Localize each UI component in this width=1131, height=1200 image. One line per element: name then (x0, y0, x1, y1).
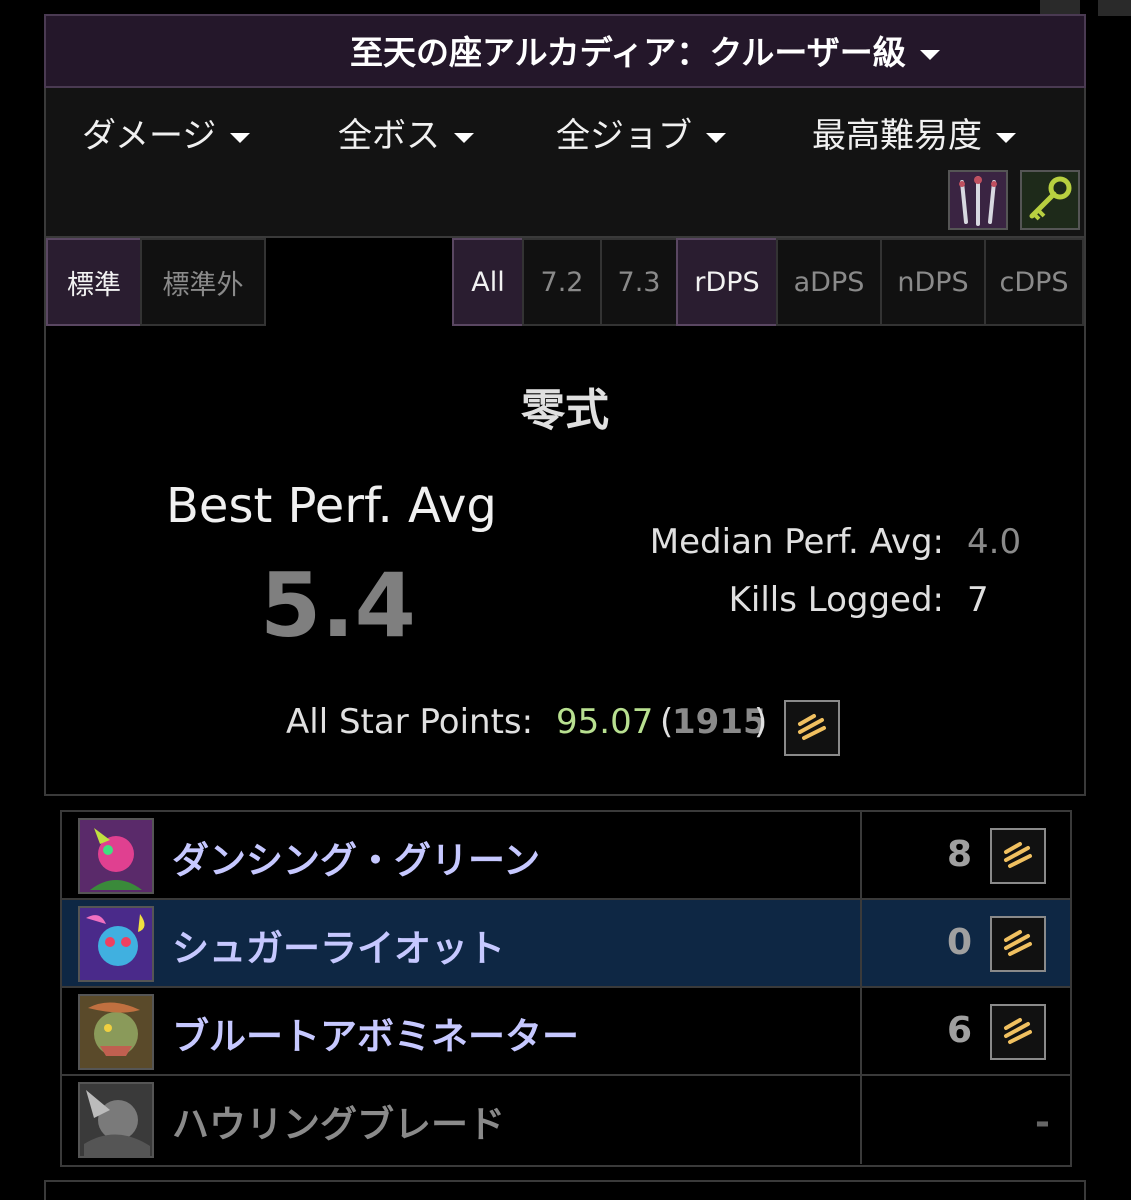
all-star-close-paren: ) (754, 702, 768, 742)
all-star-label: All Star Points: (286, 702, 534, 742)
chevron-down-icon (230, 132, 251, 143)
tab-rdps[interactable]: rDPS (676, 238, 778, 326)
zone-title[interactable]: 至天の座アルカディア：クルーザー級 (350, 26, 940, 74)
kills-logged-label: Kills Logged: (728, 580, 944, 620)
swords-icon[interactable] (948, 170, 1008, 230)
column-divider (860, 988, 862, 1074)
boss-name[interactable]: シュガーライオット (172, 918, 505, 972)
difficulty-heading: 零式 (521, 385, 609, 436)
median-perf-label: Median Perf. Avg: (649, 522, 944, 562)
column-divider (860, 812, 862, 898)
best-perf-value: 5.4 (260, 554, 416, 657)
tab-standard[interactable]: 標準 (46, 238, 142, 326)
tab-ndps[interactable]: nDPS (880, 238, 986, 326)
boss-score: 6 (946, 1010, 972, 1051)
tab-patch-7-2[interactable]: 7.2 (522, 238, 602, 326)
all-star-points: 95.07 (556, 702, 654, 742)
zone-selector[interactable]: 至天の座アルカディア：クルーザー級 (44, 14, 1086, 88)
boss-name[interactable]: ダンシング・グリーン (172, 830, 540, 884)
boss-score: - (1035, 1102, 1050, 1143)
filter-metric[interactable]: ダメージ (82, 108, 251, 157)
next-panel-edge (44, 1180, 1086, 1200)
best-perf-label: Best Perf. Avg (166, 478, 497, 534)
filter-boss-label: 全ボス (338, 116, 440, 156)
performance-summary: 零式 Best Perf. Avg 5.4 Median Perf. Avg: … (44, 326, 1086, 796)
column-divider (860, 1076, 862, 1164)
tab-adps[interactable]: aDPS (776, 238, 882, 326)
boss-row[interactable]: ハウリングブレード - (62, 1076, 1070, 1164)
boss-row-selected[interactable]: シュガーライオット 0 (62, 900, 1070, 988)
filter-difficulty-label: 最高難易度 (812, 116, 982, 156)
boss-name[interactable]: ブルートアボミネーター (172, 1006, 579, 1060)
kills-logged-value: 7 (967, 580, 989, 620)
tab-cdps[interactable]: cDPS (984, 238, 1084, 326)
chevron-down-icon (706, 132, 726, 143)
chevron-down-icon (996, 132, 1016, 143)
tab-spacer (264, 238, 454, 326)
boss-row[interactable]: ブルートアボミネーター 6 (62, 988, 1070, 1076)
rankings-icon[interactable] (784, 700, 840, 756)
boss-avatar (78, 818, 154, 894)
boss-avatar (78, 994, 154, 1070)
zone-title-text: 至天の座アルカディア：クルーザー級 (350, 33, 906, 72)
filter-job[interactable]: 全ジョブ (556, 108, 726, 157)
filter-boss[interactable]: 全ボス (338, 108, 474, 157)
tab-nonstandard[interactable]: 標準外 (140, 238, 266, 326)
filter-difficulty[interactable]: 最高難易度 (812, 108, 1016, 157)
boss-avatar (78, 1082, 154, 1158)
all-star-rank: 1915 (672, 702, 767, 742)
tab-bar: 標準 標準外 All 7.2 7.3 rDPS aDPS nDPS cDPS (44, 238, 1086, 326)
boss-table: ダンシング・グリーン 8 シュガーライオット 0 ブルートアボミネーター 6 ハ… (60, 810, 1072, 1167)
tab-patch-7-3[interactable]: 7.3 (600, 238, 678, 326)
boss-avatar (78, 906, 154, 982)
boss-row[interactable]: ダンシング・グリーン 8 (62, 812, 1070, 900)
rankings-icon[interactable] (990, 916, 1046, 972)
boss-score: 8 (946, 834, 972, 875)
boss-name[interactable]: ハウリングブレード (172, 1094, 505, 1148)
key-icon[interactable] (1020, 170, 1080, 230)
chevron-down-icon (454, 132, 474, 143)
tab-all[interactable]: All (452, 238, 524, 326)
top-strip-tab (1098, 0, 1131, 16)
rankings-icon[interactable] (990, 1004, 1046, 1060)
chevron-down-icon (919, 49, 940, 60)
boss-score: 0 (946, 922, 972, 963)
filter-bar: ダメージ 全ボス 全ジョブ 最高難易度 (44, 88, 1086, 238)
filter-metric-label: ダメージ (82, 116, 217, 156)
median-perf-value: 4.0 (967, 522, 1022, 562)
rankings-icon[interactable] (990, 828, 1046, 884)
filter-job-label: 全ジョブ (556, 116, 692, 156)
column-divider (860, 900, 862, 986)
